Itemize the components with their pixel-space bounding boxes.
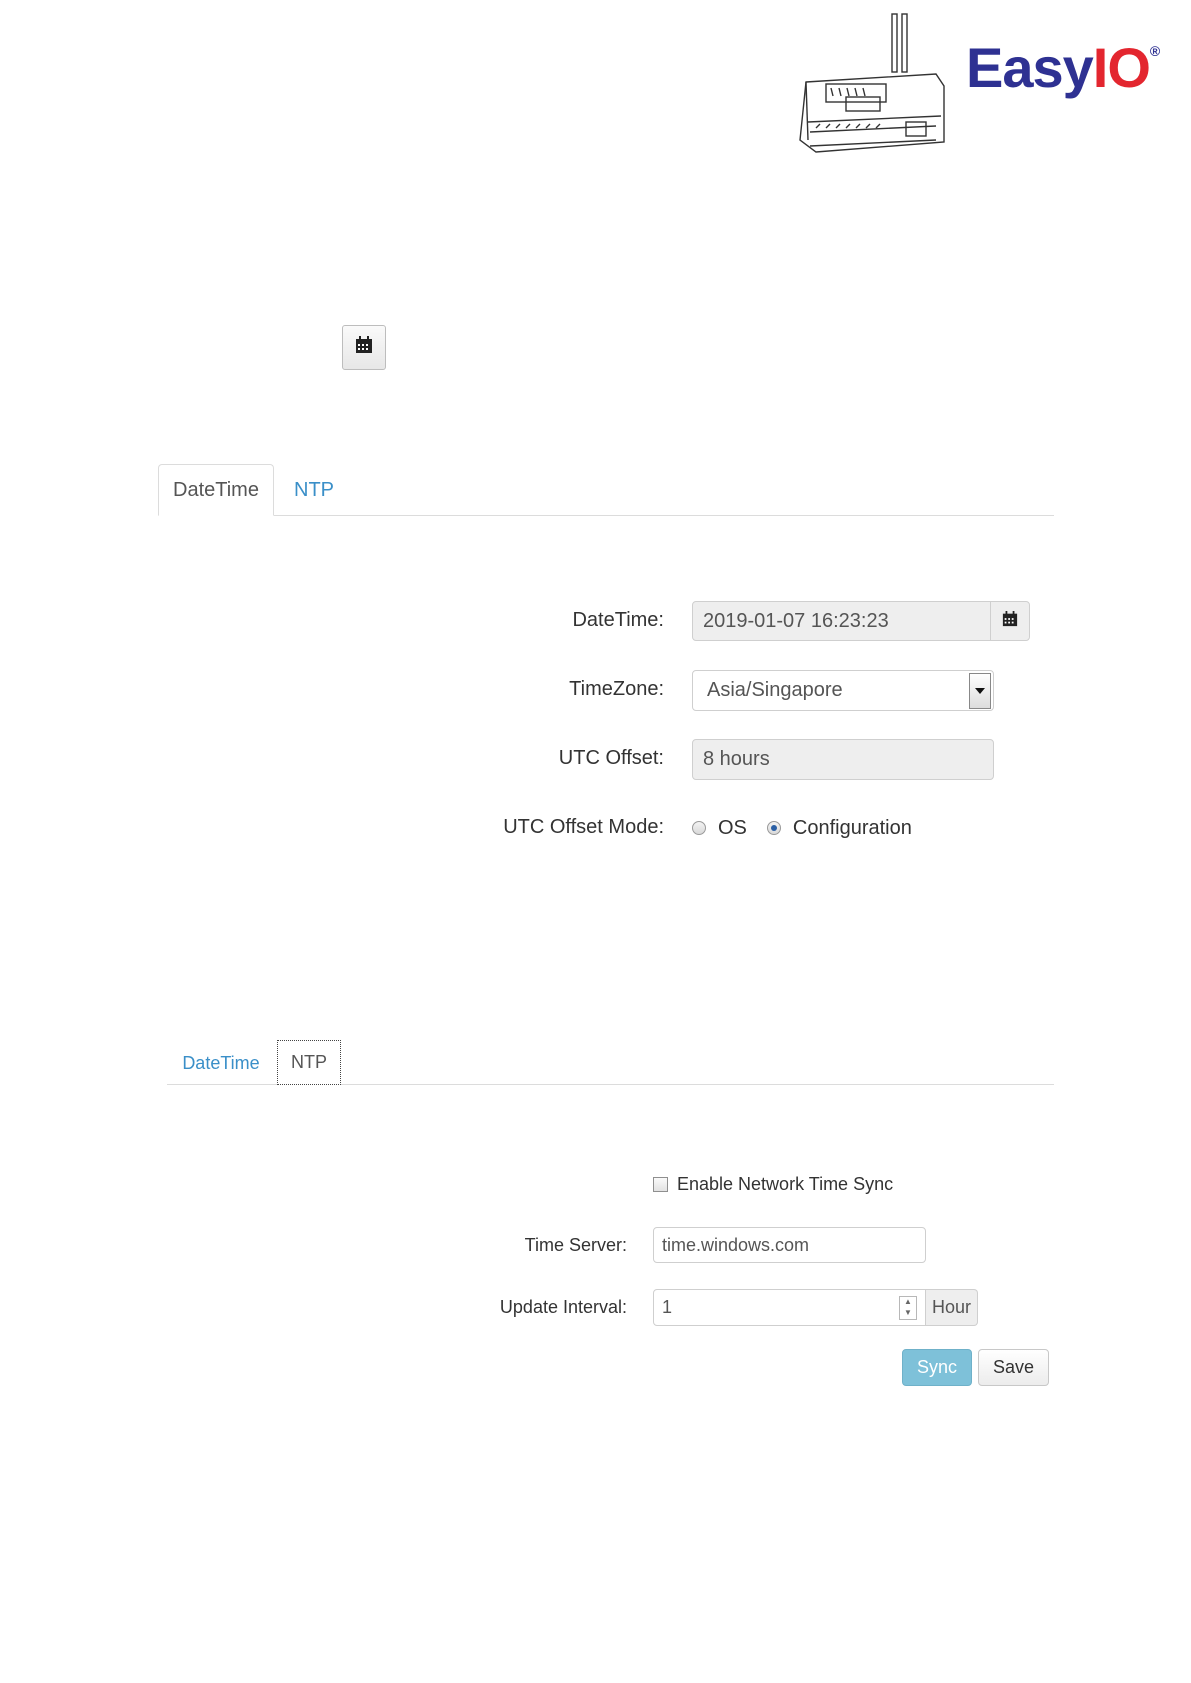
spinner-arrows-icon[interactable]: ▲ ▼: [899, 1295, 917, 1320]
enable-ntp-checkbox[interactable]: [653, 1176, 668, 1192]
update-interval-input[interactable]: 1 ▲ ▼: [653, 1289, 926, 1326]
timezone-value: Asia/Singapore: [707, 679, 843, 701]
tab-ntp[interactable]: NTP: [277, 1040, 341, 1085]
time-server-label: Time Server:: [524, 1235, 627, 1255]
tab-ntp[interactable]: NTP: [284, 464, 344, 516]
registered-mark: ®: [1149, 43, 1160, 59]
timezone-select[interactable]: Asia/Singapore: [692, 670, 994, 711]
datetime-value: 2019-01-07 16:23:23: [703, 609, 889, 632]
utc-offset-field[interactable]: 8 hours: [692, 739, 994, 780]
time-server-value: time.windows.com: [662, 1234, 810, 1255]
radio-os-label[interactable]: OS: [718, 817, 747, 840]
enable-ntp-row: Enable Network Time Sync: [653, 1173, 893, 1195]
tab-datetime[interactable]: DateTime: [178, 1042, 264, 1084]
update-interval-value: 1: [662, 1297, 673, 1317]
easyio-logo: EasyIO®: [966, 40, 1160, 96]
calendar-button[interactable]: [342, 325, 386, 370]
update-interval-label: Update Interval:: [499, 1297, 627, 1317]
utc-offset-value: 8 hours: [703, 748, 770, 770]
logo-io-text: IO: [1092, 36, 1151, 99]
radio-os[interactable]: [692, 821, 706, 835]
calendar-icon: [1002, 610, 1018, 633]
sync-button[interactable]: Sync: [902, 1349, 972, 1386]
utc-offset-mode-label: UTC Offset Mode:: [503, 816, 664, 838]
radio-configuration[interactable]: [766, 821, 781, 835]
logo-easy-text: Easy: [966, 36, 1094, 99]
datetime-field[interactable]: 2019-01-07 16:23:23: [692, 601, 1030, 641]
device-illustration: [786, 12, 948, 154]
caret-down-icon[interactable]: [969, 672, 991, 709]
datetime-picker-button[interactable]: [990, 602, 1029, 640]
utc-offset-mode-group: OS Configuration: [692, 816, 912, 840]
utc-offset-label: UTC Offset:: [558, 747, 664, 769]
timezone-label: TimeZone:: [569, 678, 664, 700]
time-server-input[interactable]: time.windows.com: [653, 1227, 926, 1263]
tab-datetime[interactable]: DateTime: [158, 464, 274, 516]
enable-ntp-label[interactable]: Enable Network Time Sync: [677, 1174, 893, 1195]
calendar-icon: [355, 336, 373, 359]
save-button[interactable]: Save: [978, 1349, 1049, 1386]
radio-configuration-label[interactable]: Configuration: [793, 817, 912, 840]
datetime-label: DateTime:: [572, 609, 664, 631]
interval-unit-addon: Hour: [926, 1289, 978, 1326]
